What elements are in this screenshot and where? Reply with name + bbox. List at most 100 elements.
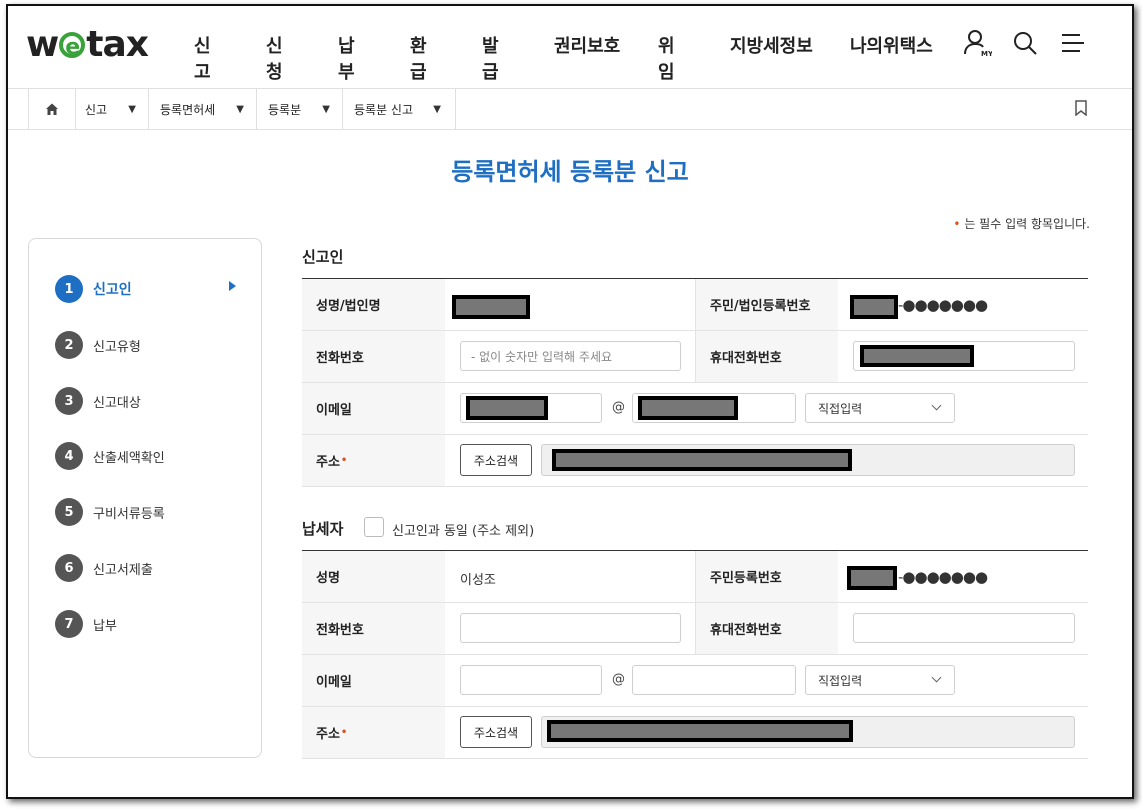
nav-item-apply[interactable]: 신청 xyxy=(266,32,283,84)
crumb-report[interactable]: 신고 ▼ xyxy=(75,89,149,129)
step-4[interactable]: 4 산출세액확인 xyxy=(55,442,165,470)
redacted-id-front xyxy=(847,566,897,590)
email-at: @ xyxy=(612,672,625,687)
bookmark-icon[interactable] xyxy=(1074,100,1088,120)
nav-item-my-wetax[interactable]: 나의위택스 xyxy=(850,32,950,58)
step-label: 신고서제출 xyxy=(93,562,153,578)
required-note: • 는 필수 입력 항목입니다. xyxy=(953,215,1090,232)
phone-input[interactable] xyxy=(460,613,681,643)
required-note-text: 는 필수 입력 항목입니다. xyxy=(964,217,1090,231)
crumb-registration-report[interactable]: 등록분 신고 ▼ xyxy=(344,89,456,129)
crumb-registration[interactable]: 등록분 ▼ xyxy=(258,89,343,129)
nav-item-delegate[interactable]: 위임 xyxy=(658,32,675,84)
redacted-address xyxy=(547,720,853,742)
mobile-input[interactable] xyxy=(853,613,1075,643)
id-label: 주민등록번호 xyxy=(695,551,838,602)
select-value: 직접입력 xyxy=(818,673,863,688)
step-number: 2 xyxy=(55,331,83,359)
nav-item-refund[interactable]: 환급 xyxy=(410,32,427,84)
step-label: 신고인 xyxy=(93,282,132,298)
taxpayer-section-title: 납세자 xyxy=(302,520,344,538)
same-as-reporter-label: 신고인과 동일 (주소 제외) xyxy=(392,524,535,539)
address-search-button[interactable]: 주소검색 xyxy=(460,716,532,748)
step-label: 신고대상 xyxy=(93,395,141,411)
step-label: 신고유형 xyxy=(93,339,141,355)
id-masked: -●●●●●●● xyxy=(898,296,988,314)
step-1[interactable]: 1 신고인 xyxy=(55,275,132,303)
chevron-down-icon xyxy=(931,400,942,411)
search-icon[interactable] xyxy=(1010,28,1040,58)
wetax-logo[interactable]: w e tax xyxy=(26,24,149,65)
taxpayer-row-name: 성명 이성조 주민등록번호 -●●●●●●● xyxy=(302,551,1088,603)
breadcrumb: 신고 ▼ 등록면허세 ▼ 등록분 ▼ 등록분 신고 ▼ xyxy=(8,89,1132,130)
phone-input[interactable]: - 없이 숫자만 입력해 주세요 xyxy=(460,341,681,371)
step-number: 3 xyxy=(55,387,83,415)
step-2[interactable]: 2 신고유형 xyxy=(55,331,141,359)
email-domain-select[interactable]: 직접입력 xyxy=(805,393,955,423)
step-6[interactable]: 6 신고서제출 xyxy=(55,554,153,582)
redacted-id-front xyxy=(850,295,898,319)
id-label: 주민/법인등록번호 xyxy=(695,279,838,330)
required-mark: • xyxy=(340,727,348,738)
email-at: @ xyxy=(612,400,625,415)
step-number: 6 xyxy=(55,554,83,582)
reporter-section-title: 신고인 xyxy=(302,248,344,266)
step-sidebar: 1 신고인 2 신고유형 3 신고대상 4 산출세액확인 5 구비서류등록 6 신고서제출 … xyxy=(28,238,262,758)
chevron-down-icon: ▼ xyxy=(128,103,136,115)
taxpayer-row-address: 주소 • 주소검색 xyxy=(302,707,1088,759)
logo-text-e: e xyxy=(59,32,86,60)
reporter-row-address: 주소 • 주소검색 xyxy=(302,435,1088,487)
crumb-label: 신고 xyxy=(85,102,108,117)
active-step-arrow-icon xyxy=(229,281,236,291)
my-page-icon[interactable]: MY xyxy=(962,28,992,58)
taxpayer-name-value: 이성조 xyxy=(460,573,496,588)
email-domain-select[interactable]: 직접입력 xyxy=(805,665,955,695)
step-number: 5 xyxy=(55,498,83,526)
step-3[interactable]: 3 신고대상 xyxy=(55,387,141,415)
browser-frame: w e tax 신고 신청 납부 환급 발급 권리보호 위임 지방세정보 나의위택스… xyxy=(6,4,1134,799)
logo-text-tax: tax xyxy=(86,24,149,65)
nav-item-issue[interactable]: 발급 xyxy=(482,32,499,84)
step-label: 구비서류등록 xyxy=(93,506,165,522)
step-5[interactable]: 5 구비서류등록 xyxy=(55,498,165,526)
required-mark: • xyxy=(953,217,961,231)
chevron-down-icon xyxy=(931,672,942,683)
phone-label: 전화번호 xyxy=(302,603,445,654)
nav-item-local-tax-info[interactable]: 지방세정보 xyxy=(730,32,830,58)
nav-item-pay[interactable]: 납부 xyxy=(338,32,355,84)
taxpayer-row-email: 이메일 @ 직접입력 xyxy=(302,655,1088,707)
site-header: w e tax 신고 신청 납부 환급 발급 권리보호 위임 지방세정보 나의위택스… xyxy=(8,6,1132,89)
address-label-text: 주소 xyxy=(316,455,340,470)
step-number: 1 xyxy=(55,275,83,303)
menu-icon[interactable] xyxy=(1058,28,1088,58)
crumb-label: 등록분 신고 xyxy=(354,102,414,117)
crumb-label: 등록분 xyxy=(268,102,302,117)
same-as-reporter-checkbox[interactable] xyxy=(364,517,384,537)
redacted-address xyxy=(552,449,852,471)
email-domain-input[interactable] xyxy=(632,665,796,695)
chevron-down-icon: ▼ xyxy=(322,103,330,115)
nav-item-report[interactable]: 신고 xyxy=(194,32,211,84)
home-crumb[interactable] xyxy=(28,89,76,129)
address-label: 주소 • xyxy=(302,435,445,486)
address-label: 주소 • xyxy=(302,707,445,758)
taxpayer-table: 성명 이성조 주민등록번호 -●●●●●●● 전화번호 휴대전화번호 이메일 @… xyxy=(302,550,1088,759)
crumb-registration-license-tax[interactable]: 등록면허세 ▼ xyxy=(150,89,257,129)
step-label: 산출세액확인 xyxy=(93,450,165,466)
email-label: 이메일 xyxy=(302,655,445,706)
address-search-button[interactable]: 주소검색 xyxy=(460,444,532,476)
redacted-email-id xyxy=(466,396,548,420)
email-id-input[interactable] xyxy=(460,665,602,695)
name-label: 성명/법인명 xyxy=(302,279,445,330)
my-label: MY xyxy=(981,50,992,58)
crumb-label: 등록면허세 xyxy=(160,102,216,117)
address-label-text: 주소 xyxy=(316,727,340,742)
name-label: 성명 xyxy=(302,551,445,602)
chevron-down-icon: ▼ xyxy=(236,103,244,115)
nav-item-rights[interactable]: 권리보호 xyxy=(554,32,634,58)
step-7[interactable]: 7 납부 xyxy=(55,610,117,638)
header-icons: MY xyxy=(962,28,1088,58)
taxpayer-row-phone: 전화번호 휴대전화번호 xyxy=(302,603,1088,655)
required-mark: • xyxy=(340,455,348,466)
logo-text-w: w xyxy=(26,24,59,65)
